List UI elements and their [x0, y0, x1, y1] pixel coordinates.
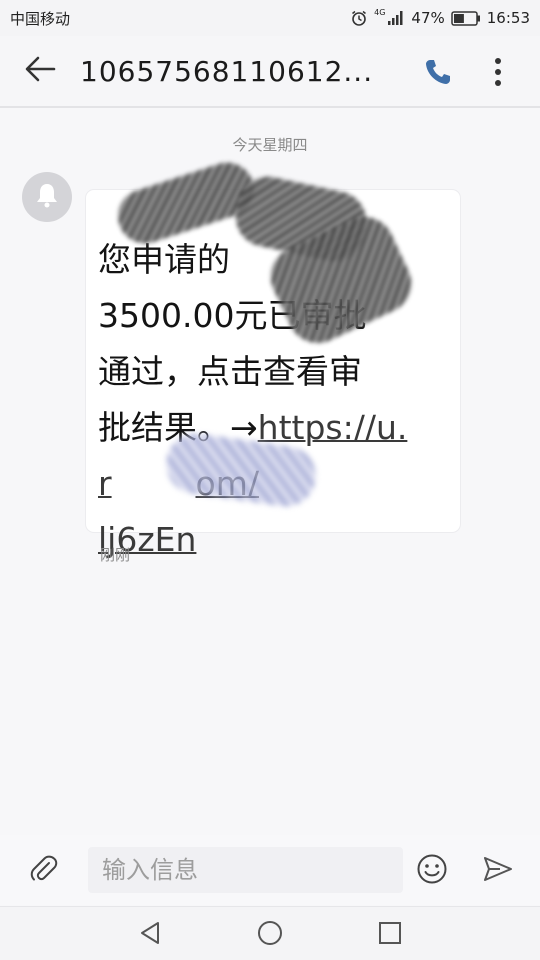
- nav-back-button[interactable]: [132, 917, 168, 953]
- call-button[interactable]: [418, 54, 458, 94]
- message-input[interactable]: [88, 847, 403, 893]
- message-bubble[interactable]: 您申请的 3500.00元已审批 通过，点击查看审 批结果。→https://u…: [86, 155, 460, 559]
- more-options-button[interactable]: [480, 52, 516, 96]
- system-nav-bar: [0, 906, 540, 960]
- more-vert-icon: [494, 57, 502, 91]
- message-timestamp: 刚刚: [100, 546, 131, 564]
- alarm-icon: [350, 9, 368, 27]
- nav-back-icon: [139, 921, 161, 949]
- emoji-button[interactable]: [412, 851, 452, 891]
- network-type-label: 4G: [374, 7, 386, 17]
- battery-percent-label: 47%: [411, 9, 445, 27]
- send-button[interactable]: [478, 851, 518, 891]
- battery-icon: [451, 10, 481, 26]
- back-arrow-icon: [24, 55, 56, 87]
- nav-recents-icon: [378, 921, 402, 949]
- nav-recents-button[interactable]: [372, 917, 408, 953]
- bell-icon: [34, 181, 60, 213]
- send-icon: [482, 855, 514, 887]
- sender-avatar[interactable]: [22, 172, 72, 222]
- status-indicators: 4G 47% 16:53: [350, 7, 530, 27]
- contact-title: 10657568110612...: [80, 54, 374, 88]
- attach-button[interactable]: [24, 851, 64, 891]
- carrier-label: 中国移动: [10, 9, 71, 28]
- clock-label: 16:53: [486, 9, 530, 27]
- conversation-area[interactable]: 今天星期四 您申请的 3500.00元已审批 通过，点击查看审 批结果。→htt…: [0, 110, 540, 830]
- status-bar: 中国移动 4G 47% 16:53: [0, 0, 540, 36]
- signal-icon: [387, 10, 405, 26]
- message-line-2: 通过，点击查看审: [98, 352, 362, 391]
- message-line-1: 您申请的: [98, 240, 230, 279]
- nav-home-button[interactable]: [252, 917, 288, 953]
- nav-home-icon: [257, 920, 283, 950]
- composer-bar: [0, 835, 540, 905]
- emoji-icon: [416, 853, 448, 889]
- app-bar: 10657568110612...: [0, 36, 540, 108]
- date-divider: 今天星期四: [232, 136, 308, 154]
- back-button[interactable]: [0, 35, 80, 107]
- phone-icon: [423, 57, 453, 91]
- attachment-icon: [29, 854, 59, 888]
